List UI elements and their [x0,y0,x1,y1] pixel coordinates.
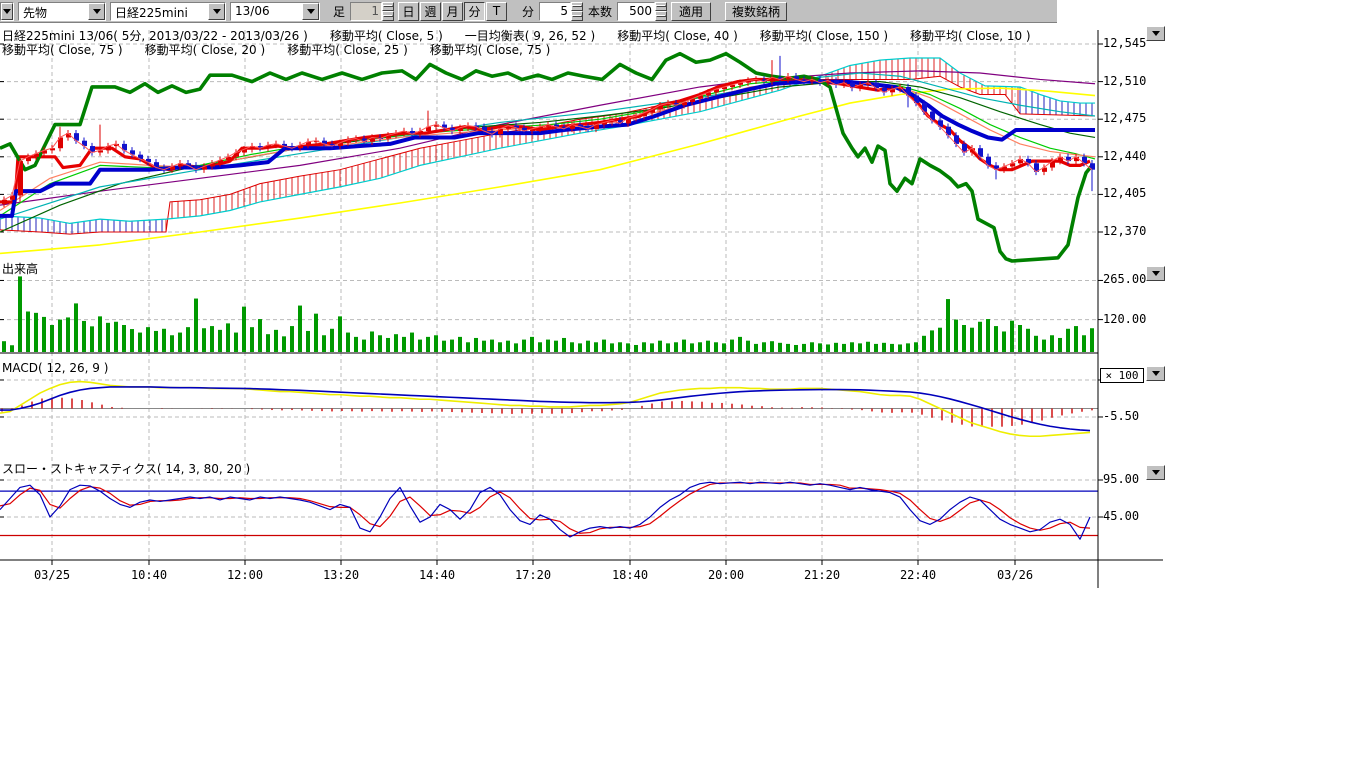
chart-canvas[interactable] [0,24,1170,594]
indicator-label-ma25: 移動平均( Close, 25 ) [287,43,408,57]
period-button-T[interactable]: T [486,2,507,21]
apply-button[interactable]: 適用 [671,2,711,21]
trading-app-window: 先物 日経225mini 13/06 足 1 日週月分T 分 5 [0,0,1366,768]
indicator-label-ma10: 移動平均( Close, 10 ) [910,29,1031,43]
chart-area[interactable]: 日経225mini 13/06( 5分, 2013/03/22 - 2013/0… [0,24,1366,594]
partial-combobox[interactable] [0,2,14,21]
bar-count-spinner[interactable]: 500 [617,2,667,21]
price-tick-label: 12,510 [1103,74,1146,88]
spin-up-icon[interactable] [571,2,583,12]
combo-arrow-icon[interactable] [302,3,319,20]
minute-label: 分 [521,3,535,20]
multi-symbol-button[interactable]: 複数銘柄 [725,2,787,21]
price-tick-label: 12,440 [1103,149,1146,163]
market-type-select[interactable]: 先物 [18,2,106,21]
volume-panel-label: 出来高 [2,260,38,277]
indicator-label-ma75b: 移動平均( Close, 75 ) [430,43,551,57]
indicator-label-ma40: 移動平均( Close, 40 ) [617,29,738,43]
indicator-label-ma150: 移動平均( Close, 150 ) [760,29,888,43]
stoch-tick-label: 95.00 [1103,472,1139,486]
time-tick-label: 12:00 [223,568,267,582]
indicator-header-line2: 移動平均( Close, 75 ) 移動平均( Close, 20 ) 移動平均( … [2,41,572,58]
price-tick-label: 12,545 [1103,36,1146,50]
time-tick-label: 14:40 [415,568,459,582]
time-tick-label: 10:40 [127,568,171,582]
bar-interval-value[interactable]: 1 [350,2,382,21]
bar-count-value[interactable]: 500 [617,2,655,21]
spin-down-icon[interactable] [571,11,583,21]
minute-value[interactable]: 5 [539,2,571,21]
combo-arrow-icon[interactable] [1,3,13,20]
spin-up-icon[interactable] [382,2,394,12]
time-tick-label: 20:00 [704,568,748,582]
spin-down-icon[interactable] [655,11,667,21]
period-button-週[interactable]: 週 [420,2,441,21]
indicator-label-ma20: 移動平均( Close, 20 ) [145,43,266,57]
time-tick-label: 17:20 [511,568,555,582]
volume-multiplier-badge: × 100 [1100,368,1144,383]
bar-type-label: 足 [332,3,346,20]
price-tick-label: 12,475 [1103,111,1146,125]
time-tick-label: 03/25 [30,568,74,582]
indicator-label-ma75: 移動平均( Close, 75 ) [2,43,123,57]
period-button-月[interactable]: 月 [442,2,463,21]
symbol-value: 日経225mini [111,3,208,20]
time-tick-label: 13:20 [319,568,363,582]
spinner-arrows[interactable] [571,2,583,21]
combo-arrow-icon[interactable] [208,3,225,20]
bar-count-label: 本数 [587,3,613,20]
combo-arrow-icon[interactable] [88,3,105,20]
stoch-tick-label: 45.00 [1103,509,1139,523]
spinner-arrows[interactable] [655,2,667,21]
toolbar: 先物 日経225mini 13/06 足 1 日週月分T 分 5 [0,0,1057,23]
spin-up-icon[interactable] [655,2,667,12]
bar-interval-spinner[interactable]: 1 [350,2,394,21]
price-tick-label: 12,405 [1103,186,1146,200]
macd-panel-label: MACD( 12, 26, 9 ) [2,361,108,375]
period-button-group: 日週月分T [398,2,507,21]
volume-tick-label: 265.00 [1103,272,1146,286]
macd-tick-label: -5.50 [1103,409,1139,423]
contract-month-value: 13/06 [231,3,302,20]
period-button-分[interactable]: 分 [464,2,485,21]
volume-tick-label: 120.00 [1103,312,1146,326]
price-scale-dropdown-button[interactable] [1146,26,1165,41]
period-button-日[interactable]: 日 [398,2,419,21]
spinner-arrows[interactable] [382,2,394,21]
stoch-scale-dropdown-button[interactable] [1146,465,1165,480]
time-tick-label: 21:20 [800,568,844,582]
market-type-value: 先物 [19,3,88,20]
volume-scale-dropdown-button[interactable] [1146,266,1165,281]
price-tick-label: 12,370 [1103,224,1146,238]
time-tick-label: 22:40 [896,568,940,582]
spin-down-icon[interactable] [382,11,394,21]
stoch-panel-label: スロー・ストキャスティクス( 14, 3, 80, 20 ) [2,460,250,477]
minute-spinner[interactable]: 5 [539,2,583,21]
symbol-select[interactable]: 日経225mini [110,2,226,21]
macd-scale-dropdown-button[interactable] [1146,366,1165,381]
time-tick-label: 18:40 [608,568,652,582]
time-tick-label: 03/26 [993,568,1037,582]
contract-month-select[interactable]: 13/06 [230,2,320,21]
